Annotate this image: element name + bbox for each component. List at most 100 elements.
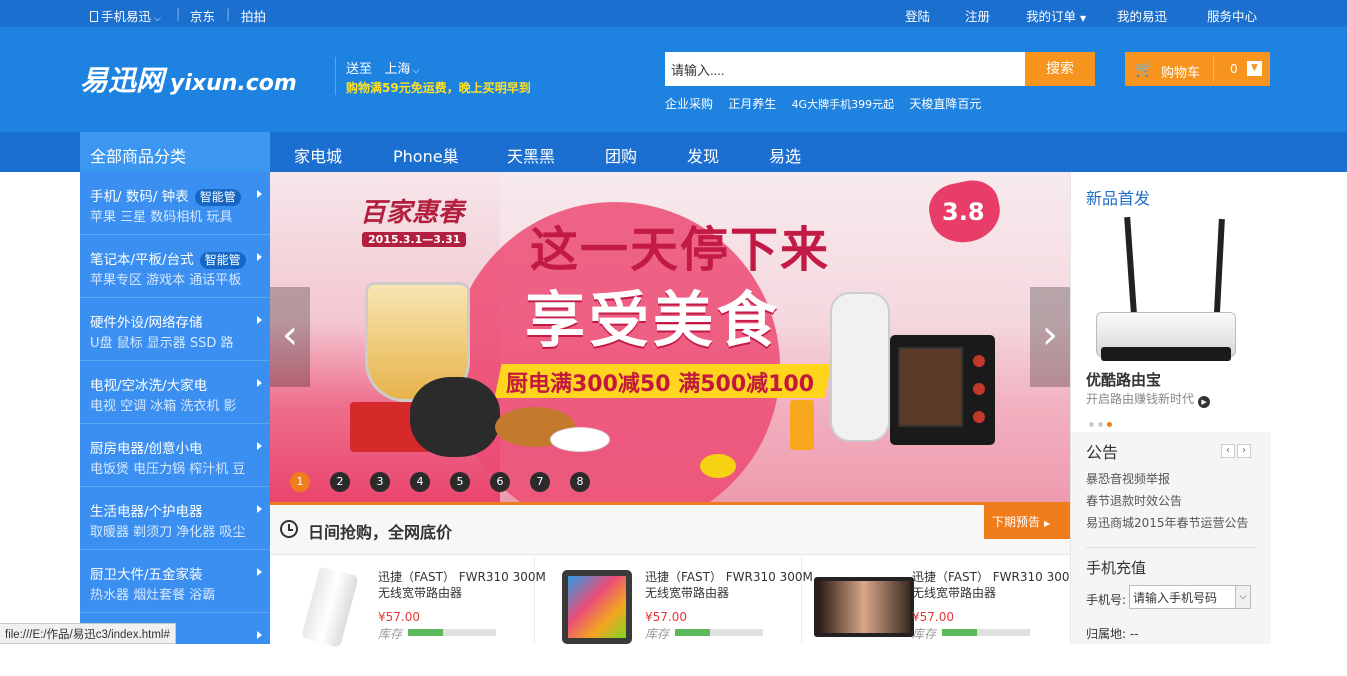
category-item[interactable]: 手机/ 数码/ 钟表 智能管 苹果 三星 数码相机 玩具 <box>80 172 270 235</box>
notice-item[interactable]: 暴恐音视频举报 <box>1086 470 1170 487</box>
new-arrivals-title: 新品首发 <box>1086 189 1151 208</box>
power-bank-image <box>301 566 359 648</box>
phone-icon <box>90 11 98 22</box>
category-item[interactable]: 厨卫大件/五金家装 热水器 烟灶套餐 浴霸 <box>80 550 270 613</box>
notice-item[interactable]: 春节退款时效公告 <box>1086 492 1182 509</box>
next-slide-button[interactable]: › <box>1030 287 1070 387</box>
cart-icon: 🛒 <box>1135 60 1154 78</box>
hot-keyword[interactable]: 正月养生 <box>728 97 776 111</box>
heart-date: 3.8 <box>942 198 985 226</box>
product-card[interactable]: 迅捷（FAST） FWR310 300M 无线宽带路由器 ¥57.00 库存 <box>804 555 1080 644</box>
recharge-title: 手机充值 <box>1086 559 1147 577</box>
slide-dot[interactable]: 3 <box>370 472 390 492</box>
router-title[interactable]: 优酷路由宝 <box>1086 369 1161 390</box>
product-price: ¥57.00 <box>645 610 687 624</box>
category-item[interactable]: 厨房电器/创意小电 电饭煲 电压力锅 榨汁机 豆 <box>80 424 270 487</box>
chevron-right-icon <box>257 505 262 513</box>
register-link[interactable]: 注册 <box>965 6 990 25</box>
chevron-down-icon[interactable]: ⌵ <box>1235 585 1251 609</box>
category-item[interactable]: 电视/空冰洗/大家电 电视 空调 冰箱 洗衣机 影 <box>80 361 270 424</box>
phone-input[interactable] <box>1129 585 1237 609</box>
nav-item-discover[interactable]: 发现 <box>687 143 719 167</box>
search-input[interactable] <box>665 52 1025 86</box>
cart-button[interactable]: 🛒 购物车 0 ▼ <box>1125 52 1270 86</box>
next-preview-button[interactable]: 下期预告 ▶ <box>984 505 1070 539</box>
chevron-right-icon <box>257 568 262 576</box>
hero-banner[interactable]: 百家惠春 2015.3.1—3.31 这一天停下来 享受美食 厨电满300减50… <box>270 172 1070 505</box>
orders-link[interactable]: 我的订单 ▼ <box>1026 6 1086 25</box>
caret-right-icon: ▶ <box>1044 519 1051 528</box>
mobile-link[interactable]: 手机易迅 ⌵ <box>90 6 161 25</box>
slide-dot[interactable]: 4 <box>410 472 430 492</box>
flash-sale-title: 日间抢购，全网底价 <box>308 523 453 542</box>
oven-image <box>890 335 995 445</box>
slide-dot[interactable]: 1 <box>290 472 310 492</box>
smart-badge: 智能管 <box>194 189 241 206</box>
region-row: 归属地: -- <box>1086 627 1139 641</box>
category-item[interactable]: 生活电器/个护电器 取暖器 剃须刀 净化器 吸尘 <box>80 487 270 550</box>
category-item[interactable]: 笔记本/平板/台式 智能管 苹果专区 游戏本 通话平板 <box>80 235 270 298</box>
prev-slide-button[interactable]: ‹ <box>270 287 310 387</box>
logo[interactable]: 易迅网 yixun.com <box>80 59 297 99</box>
router-image[interactable] <box>1096 216 1236 367</box>
slide-dot[interactable]: 7 <box>530 472 550 492</box>
tv-image <box>814 577 914 637</box>
product-card[interactable]: 迅捷（FAST） FWR310 300M 无线宽带路由器 ¥57.00 库存 <box>270 555 546 648</box>
carousel-dots <box>1089 416 1113 431</box>
city-select[interactable]: 上海 <box>384 62 410 77</box>
nav-item-select[interactable]: 易选 <box>769 143 801 167</box>
product-price: ¥57.00 <box>912 610 954 624</box>
login-link[interactable]: 登陆 <box>905 6 930 25</box>
shipping-promo: 购物满59元免运费，晚上买明早到 <box>346 81 531 95</box>
slide-dot[interactable]: 6 <box>490 472 510 492</box>
service-link[interactable]: 服务中心 <box>1207 6 1257 25</box>
notice-item[interactable]: 易迅商城2015年春节运营公告 <box>1086 514 1249 531</box>
hot-keyword[interactable]: 4G大牌手机399元起 <box>792 98 895 111</box>
chevron-right-icon <box>257 442 262 450</box>
all-categories-button[interactable]: 全部商品分类 <box>80 132 270 172</box>
campaign-dates: 2015.3.1—3.31 <box>362 232 467 247</box>
play-icon: ▶ <box>1198 396 1211 408</box>
slide-dot[interactable]: 2 <box>330 472 350 492</box>
slide-dot[interactable]: 5 <box>450 472 470 492</box>
chevron-right-icon <box>257 190 262 198</box>
hot-keyword[interactable]: 企业采购 <box>665 97 713 111</box>
banner-offer: 厨电满300减50 满500减100 <box>506 372 815 397</box>
smart-badge: 智能管 <box>199 252 246 269</box>
chevron-down-icon: ⌵ <box>154 14 161 24</box>
nav-item-phone[interactable]: Phone巢 <box>393 143 459 167</box>
dropdown-icon: ▼ <box>1247 61 1262 76</box>
product-card[interactable]: 迅捷（FAST） FWR310 300M 无线宽带路由器 ¥57.00 库存 <box>537 555 813 644</box>
chevron-right-icon <box>257 253 262 261</box>
rice-cooker-image <box>410 377 500 457</box>
ship-to[interactable]: 送至 上海 ⌵ <box>346 58 419 77</box>
notice-prev-button[interactable]: ‹ <box>1221 444 1235 458</box>
nav-item-group-buy[interactable]: 团购 <box>605 143 637 167</box>
category-item[interactable]: 硬件外设/网络存储 U盘 鼠标 显示器 SSD 路 <box>80 298 270 361</box>
cart-count: 0 <box>1230 62 1238 76</box>
notice-next-button[interactable]: › <box>1237 444 1251 458</box>
juicer-image <box>830 292 890 442</box>
flash-sale-header: 日间抢购，全网底价 下期预告 ▶ <box>270 505 1070 555</box>
my-yixun-link[interactable]: 我的易迅 <box>1117 6 1167 25</box>
right-column: 新品首发 优酷路由宝 开启路由赚钱新时代 ▶ 公告 ‹ › 暴恐音视频举报 春节退… <box>1070 172 1271 644</box>
chevron-right-icon <box>257 631 262 639</box>
nav-item-night[interactable]: 天黑黑 <box>507 143 555 167</box>
tablet-image <box>562 570 632 644</box>
paipai-link[interactable]: 拍拍 <box>241 6 266 25</box>
lemon-image <box>700 454 736 478</box>
hot-keyword[interactable]: 天梭直降百元 <box>909 97 981 111</box>
banner-headline-2: 享受美食 <box>525 286 781 356</box>
nav-item-appliances[interactable]: 家电城 <box>294 143 342 167</box>
stock-bar <box>408 629 496 636</box>
coffee-cup-image <box>550 427 610 452</box>
search-button[interactable]: 搜索 <box>1025 52 1095 86</box>
slide-dot[interactable]: 8 <box>570 472 590 492</box>
banner-headline: 这一天停下来 <box>530 222 831 278</box>
router-subtitle[interactable]: 开启路由赚钱新时代 ▶ <box>1086 390 1211 408</box>
chevron-right-icon <box>257 379 262 387</box>
jd-link[interactable]: 京东 <box>190 6 215 25</box>
browser-status-bar: file:///E:/作品/易迅c3/index.html# <box>0 623 176 644</box>
chevron-down-icon: ⌵ <box>412 66 420 76</box>
category-sidebar: 手机/ 数码/ 钟表 智能管 苹果 三星 数码相机 玩具 笔记本/平板/台式 智能管苹… <box>80 172 270 644</box>
